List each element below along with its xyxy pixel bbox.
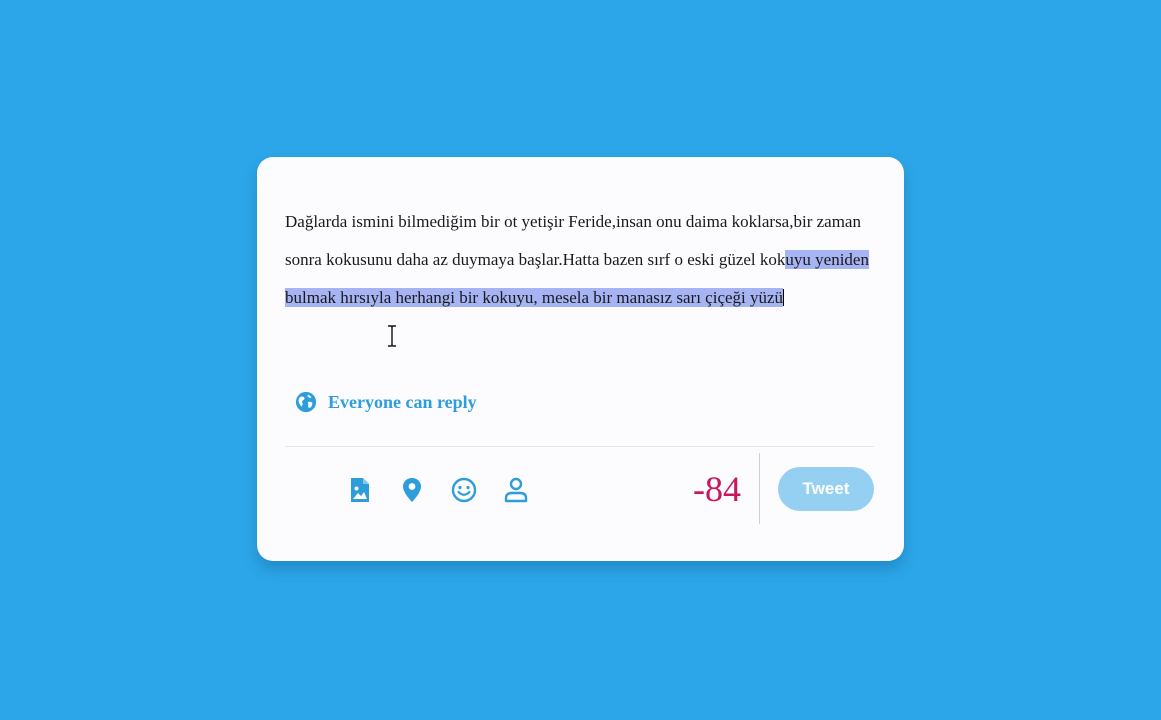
media-toolbar xyxy=(345,475,553,505)
tweet-text-editor[interactable]: Dağlarda ismini bilmediğim bir ot yetişi… xyxy=(285,203,877,316)
character-counter: -84 xyxy=(693,469,741,509)
smiley-icon xyxy=(451,477,477,503)
person-icon xyxy=(504,477,528,503)
add-emoji-button[interactable] xyxy=(449,475,479,505)
image-file-icon xyxy=(351,478,369,502)
divider xyxy=(285,446,874,447)
location-pin-icon xyxy=(403,478,421,502)
globe-icon xyxy=(295,391,317,413)
text-caret xyxy=(783,288,785,306)
vertical-divider xyxy=(759,453,760,524)
tweet-composer-card: Dağlarda ismini bilmediğim bir ot yetişi… xyxy=(257,157,904,561)
add-image-button[interactable] xyxy=(345,475,375,505)
reply-settings-button[interactable]: Everyone can reply xyxy=(295,389,477,415)
ibeam-cursor-icon xyxy=(388,325,396,347)
reply-settings-label: Everyone can reply xyxy=(328,391,477,412)
tag-person-button[interactable] xyxy=(501,475,531,505)
editor-text-unselected: Dağlarda ismini bilmediğim bir ot yetişi… xyxy=(285,212,861,269)
add-location-button[interactable] xyxy=(397,475,427,505)
tweet-button[interactable]: Tweet xyxy=(778,467,874,511)
